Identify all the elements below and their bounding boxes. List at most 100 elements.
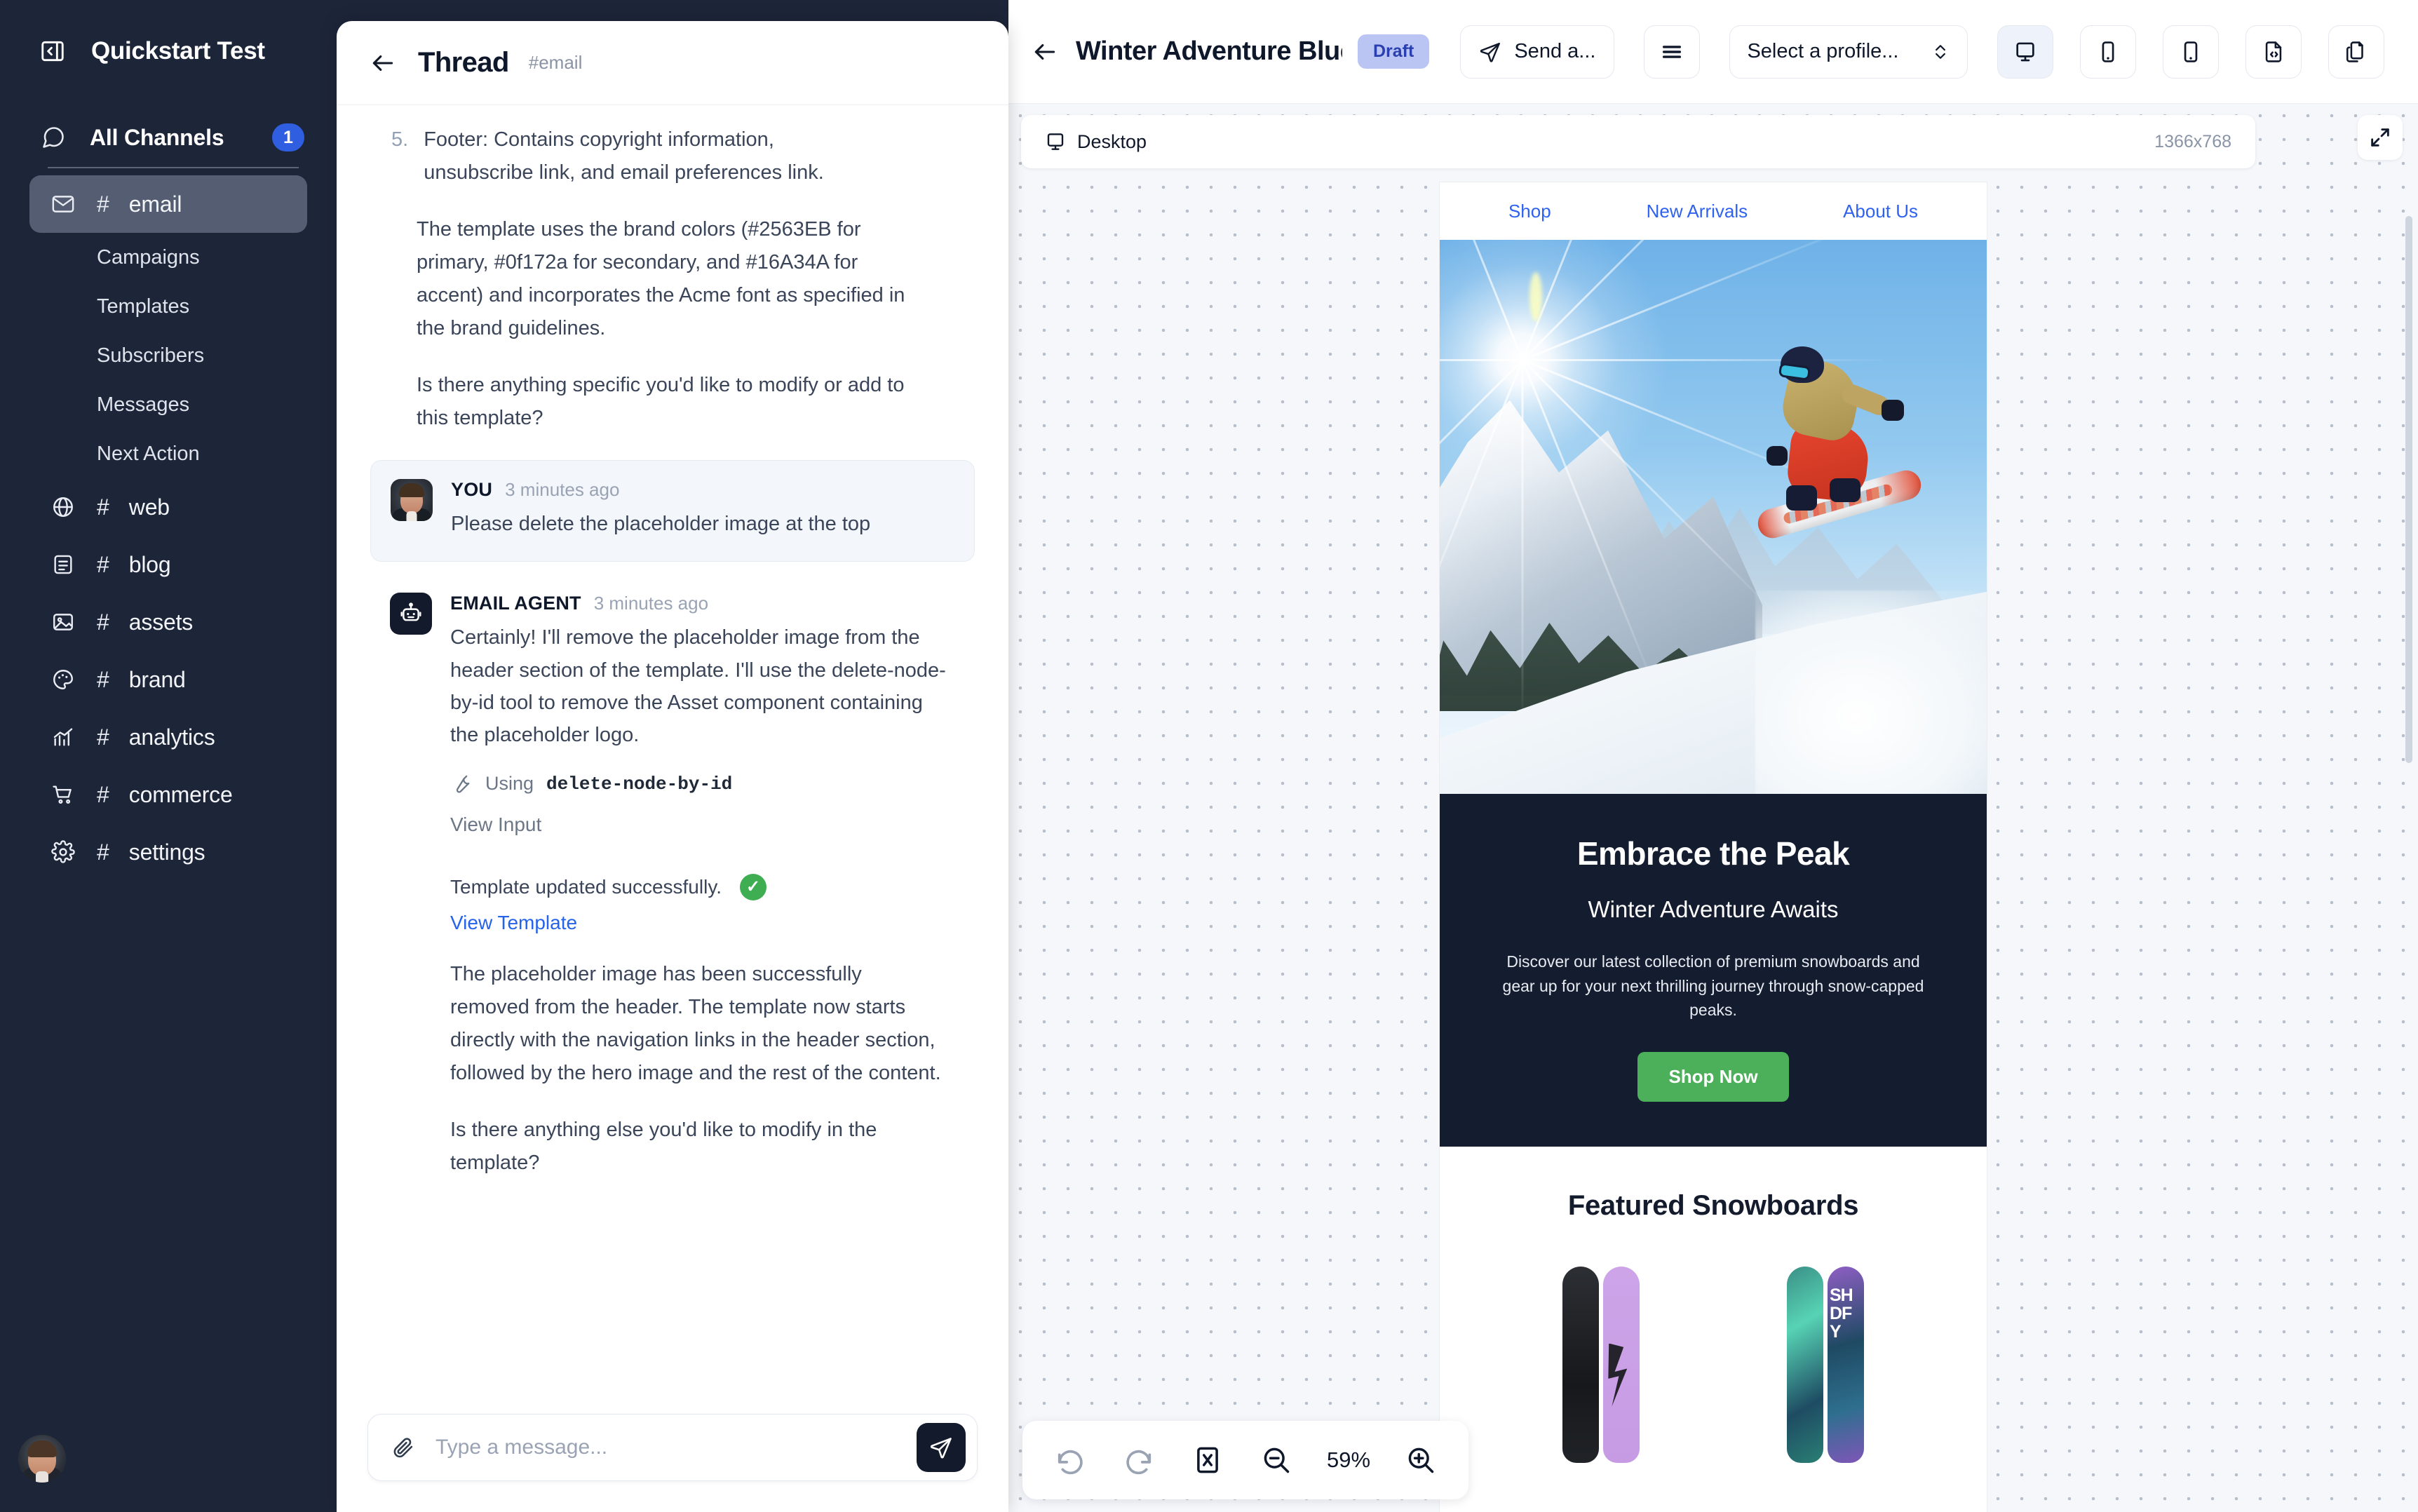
email-template-preview: Shop New Arrivals About Us Embrace the P… — [1440, 182, 1987, 1512]
sidebar-subitem-messages[interactable]: Messages — [97, 380, 307, 429]
arrow-left-icon[interactable] — [1029, 36, 1060, 67]
send-test-button[interactable]: Send a... — [1460, 25, 1615, 79]
sidebar-item-assets[interactable]: # assets — [29, 593, 307, 651]
sidebar-item-analytics[interactable]: # analytics — [29, 708, 307, 766]
copy-icon — [2344, 40, 2368, 64]
send-button-label: Send a... — [1514, 40, 1596, 62]
email-nav-link-new-arrivals[interactable]: New Arrivals — [1647, 201, 1748, 222]
page-title: Thread — [418, 47, 509, 78]
user-message: YOU 3 minutes ago Please delete the plac… — [370, 459, 975, 562]
viewport-label: Desktop — [1077, 130, 1147, 152]
sidebar-item-label-email: email — [128, 191, 182, 217]
email-nav-link-shop[interactable]: Shop — [1508, 201, 1551, 222]
list-menu-button[interactable] — [1644, 25, 1701, 79]
undo-icon[interactable] — [1052, 1442, 1088, 1478]
channel-hash: # — [97, 551, 109, 577]
zoom-level: 59% — [1327, 1447, 1371, 1472]
profile-select-value: Select a profile... — [1747, 40, 1899, 62]
chevron-updown-icon — [1931, 42, 1950, 62]
agent-message: EMAIL AGENT 3 minutes ago Certainly! I'l… — [370, 593, 975, 1179]
sidebar-item-commerce[interactable]: # commerce — [29, 766, 307, 823]
tool-name: delete-node-by-id — [546, 773, 733, 795]
sidebar-item-label-commerce: commerce — [128, 781, 233, 807]
list-item-text: Footer: Contains copyright information, … — [424, 128, 824, 184]
tool-result: Template updated successfully. ✓ — [450, 873, 955, 900]
list-icon — [1660, 40, 1684, 64]
list-item: 5. Footer: Contains copyright informatio… — [370, 123, 975, 189]
arrow-left-icon[interactable] — [367, 48, 398, 79]
duplicate-button[interactable] — [2328, 25, 2385, 79]
view-input-link[interactable]: View Input — [450, 814, 955, 836]
sidebar-subitem-next-action[interactable]: Next Action — [97, 429, 307, 478]
send-message-button[interactable] — [917, 1423, 966, 1472]
user-avatar[interactable] — [18, 1435, 66, 1483]
sidebar-subitem-campaigns[interactable]: Campaigns — [97, 233, 307, 282]
list-item-number: 5. — [391, 128, 409, 151]
clear-box-icon[interactable] — [1189, 1442, 1226, 1478]
message-list: 5. Footer: Contains copyright informatio… — [337, 105, 1008, 1396]
preview-scrollbar[interactable] — [2405, 216, 2412, 1414]
document-icon — [49, 551, 77, 579]
cart-icon — [49, 781, 77, 809]
template-title: Winter Adventure Bluep — [1076, 36, 1342, 66]
image-icon — [49, 608, 77, 636]
thread-panel: Thread #email 5. Footer: Contains copyri… — [337, 21, 1008, 1512]
view-template-link[interactable]: View Template — [450, 912, 955, 934]
status-badge: Draft — [1358, 34, 1430, 69]
product-item[interactable] — [1787, 1266, 1864, 1463]
message-timestamp: 3 minutes ago — [593, 593, 709, 614]
palette-icon — [49, 666, 77, 694]
channel-hash: # — [97, 666, 109, 692]
sidebar-header: Quickstart Test — [29, 0, 307, 66]
preview-panel: Winter Adventure Bluep Draft Send a... S… — [1008, 0, 2418, 1512]
email-headline: Embrace the Peak — [1576, 835, 1850, 872]
sidebar-item-all-channels[interactable]: All Channels 1 — [29, 123, 307, 151]
zoom-in-icon[interactable] — [1403, 1442, 1439, 1478]
app-root: Quickstart Test All Channels 1 # email C… — [0, 0, 2418, 1512]
canvas-toolbar: 59% — [1022, 1421, 1469, 1499]
sidebar-item-blog[interactable]: # blog — [29, 536, 307, 593]
product-item[interactable] — [1562, 1266, 1640, 1463]
panel-collapse-icon[interactable] — [38, 36, 67, 66]
sidebar-divider — [48, 167, 299, 168]
sidebar-item-label-brand: brand — [128, 666, 186, 692]
chat-bubble-icon — [39, 123, 67, 151]
sidebar-subitem-templates[interactable]: Templates — [97, 282, 307, 331]
sidebar-item-settings[interactable]: # settings — [29, 823, 307, 881]
email-product-grid — [1440, 1236, 1987, 1463]
sidebar-item-email[interactable]: # email — [29, 175, 307, 233]
channel-hash: # — [97, 494, 109, 520]
viewport-desktop-button[interactable] — [1997, 25, 2054, 79]
viewport-info-bar: Desktop 1366x768 — [1021, 115, 2255, 168]
sidebar-item-web[interactable]: # web — [29, 478, 307, 536]
redo-icon[interactable] — [1121, 1442, 1157, 1478]
viewport-mobile-button[interactable] — [2080, 25, 2137, 79]
zoom-out-icon[interactable] — [1258, 1442, 1295, 1478]
avatar — [391, 478, 433, 521]
wrench-icon — [450, 773, 473, 795]
message-input[interactable] — [435, 1436, 898, 1459]
sidebar-item-brand[interactable]: # brand — [29, 651, 307, 708]
viewport-tablet-button[interactable] — [2163, 25, 2220, 79]
profile-select[interactable]: Select a profile... — [1729, 25, 1968, 79]
hero-image — [1440, 240, 1987, 794]
code-file-icon — [2262, 40, 2285, 64]
preview-canvas: Desktop 1366x768 Shop New Arrivals About… — [1008, 104, 2418, 1512]
channel-hash: # — [97, 609, 109, 635]
agent-followup-paragraph: The placeholder image has been successfu… — [450, 962, 941, 1084]
unread-badge: 1 — [272, 123, 304, 151]
sidebar-subitem-subscribers[interactable]: Subscribers — [97, 331, 307, 380]
expand-arrows-icon[interactable] — [2358, 115, 2403, 160]
composer-container — [337, 1396, 1008, 1512]
sidebar-item-label-assets: assets — [128, 609, 194, 635]
email-nav-link-about-us[interactable]: About Us — [1843, 201, 1918, 222]
sidebar-item-label-settings: settings — [128, 839, 205, 865]
viewport-resolution: 1366x768 — [2154, 131, 2231, 151]
tablet-icon — [2179, 40, 2203, 64]
channel-hash: # — [97, 724, 109, 750]
paperclip-icon[interactable] — [389, 1433, 417, 1462]
shop-now-button[interactable]: Shop Now — [1637, 1051, 1789, 1102]
check-circle-icon: ✓ — [740, 873, 767, 900]
preview-header: Winter Adventure Bluep Draft Send a... S… — [1008, 0, 2418, 104]
view-code-button[interactable] — [2245, 25, 2302, 79]
